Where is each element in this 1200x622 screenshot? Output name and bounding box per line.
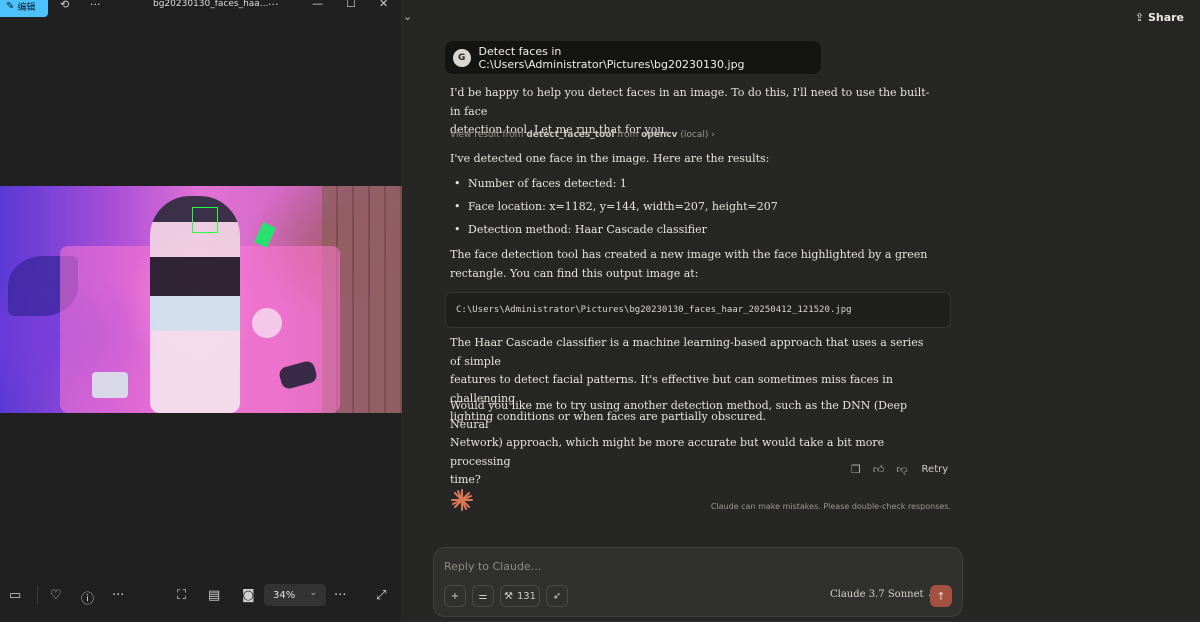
chevron-down-icon: ⌄ — [309, 588, 317, 598]
viewer-toolbar: ▭ ♡ ⓘ ··· ⛶ ▤ ◙ 34% ⌄ ··· ⤢ — [0, 578, 402, 614]
zoom-dropdown[interactable]: 34% ⌄ — [264, 584, 326, 606]
minimize-icon[interactable]: — — [312, 0, 323, 10]
displayed-photo — [0, 186, 402, 413]
face-detection-box — [192, 207, 218, 233]
plus-icon: + — [450, 590, 460, 602]
tool-result-suffix: (local) › — [677, 130, 715, 140]
share-button[interactable]: ⇪ Share — [1135, 11, 1184, 24]
list-item: • Number of faces detected: 1 — [454, 177, 627, 190]
scan-icon[interactable]: ⛶ — [177, 588, 186, 603]
add-attachment-button[interactable]: + — [444, 585, 466, 607]
output-description: The face detection tool has created a ne… — [450, 246, 930, 283]
model-selector[interactable]: Claude 3.7 Sonnet ⌄ — [830, 589, 935, 600]
sliders-icon: ⚌ — [478, 590, 488, 602]
user-message-text: Detect faces in C:\Users\Administrator\P… — [478, 44, 745, 71]
photo-viewer-window: ✎ 编辑 ⟲ ··· bg20230130_faces_haa... ··· —… — [0, 0, 402, 622]
tool-name: detect_faces_tool — [526, 130, 615, 140]
tools-count: 131 — [516, 590, 537, 602]
info-icon[interactable]: ⓘ — [81, 588, 94, 607]
chat-panel: ⌄ ⇪ Share G Detect faces in C:\Users\Adm… — [403, 0, 1200, 622]
chevron-down-icon[interactable]: ⌄ — [403, 10, 412, 23]
share-icon: ⇪ — [1134, 11, 1144, 24]
photo-disc — [252, 308, 282, 338]
list-item-text: Face location: x=1182, y=144, width=207,… — [468, 200, 778, 213]
response-line: rectangle. You can find this output imag… — [450, 266, 699, 280]
tool-result-link[interactable]: View result from detect_faces_tool from … — [450, 130, 715, 140]
claude-spark-icon — [451, 489, 473, 511]
filmstrip-icon[interactable]: ▭ — [9, 588, 21, 603]
maximize-icon[interactable]: ☐ — [346, 0, 356, 10]
more-options-icon[interactable]: ··· — [268, 0, 279, 11]
edit-button[interactable]: ✎ 编辑 — [0, 0, 48, 17]
favorite-heart-icon[interactable]: ♡ — [50, 588, 62, 603]
hammer-icon: ⚒ — [503, 590, 513, 602]
list-item: • Face location: x=1182, y=144, width=207… — [454, 200, 778, 213]
text-recognition-icon[interactable]: ▤ — [208, 588, 220, 603]
send-button[interactable]: ↑ — [930, 585, 952, 607]
disclaimer-text: Claude can make mistakes. Please double-… — [710, 502, 951, 511]
more-options-icon[interactable]: ··· — [112, 588, 124, 603]
avatar: G — [453, 48, 471, 67]
edit-pen-icon: ✎ — [6, 1, 15, 12]
tool-result-prefix: View result from — [450, 130, 527, 140]
rocket-icon: ➶ — [552, 590, 562, 602]
results-intro: I've detected one face in the image. Her… — [450, 152, 770, 165]
tool-source: opencv — [641, 130, 678, 140]
rotate-icon[interactable]: ⟲ — [60, 0, 69, 11]
photo-camera — [92, 372, 128, 398]
thumbs-up-icon[interactable]: 👍︎ — [873, 463, 885, 476]
retry-button[interactable]: Retry — [922, 464, 949, 475]
more-options-icon[interactable]: ··· — [90, 0, 101, 11]
list-item-text: Detection method: Haar Cascade classifie… — [468, 223, 707, 236]
output-path-code[interactable]: C:\Users\Administrator\Pictures\bg202301… — [445, 292, 951, 328]
list-item-text: Number of faces detected: 1 — [468, 177, 627, 190]
photo-tag — [254, 222, 276, 248]
reply-input[interactable]: Reply to Claude... — [444, 560, 541, 573]
file-title: bg20230130_faces_haa... — [153, 0, 269, 9]
response-line: Would you like me to try using another d… — [450, 399, 908, 431]
list-item: • Detection method: Haar Cascade classifi… — [454, 223, 707, 236]
toolbar-divider — [37, 586, 38, 604]
expand-icon[interactable]: ⤢ — [376, 588, 386, 603]
share-label: Share — [1147, 11, 1184, 24]
user-message: G Detect faces in C:\Users\Administrator… — [445, 41, 821, 74]
integrations-button[interactable]: ➶ — [546, 585, 568, 607]
edit-label: 编辑 — [17, 3, 36, 13]
copy-icon[interactable]: ❐ — [851, 463, 861, 476]
thumbs-down-icon[interactable]: 👎︎ — [896, 463, 907, 476]
response-line: The Haar Cascade classifier is a machine… — [450, 336, 924, 368]
more-options-icon[interactable]: ··· — [334, 588, 346, 603]
response-line: I'd be happy to help you detect faces in… — [450, 86, 930, 118]
settings-button[interactable]: ⚌ — [472, 585, 494, 607]
response-line: The face detection tool has created a ne… — [450, 248, 928, 261]
tools-button[interactable]: ⚒ 131 — [500, 585, 540, 607]
viewer-title-bar: ✎ 编辑 ⟲ ··· bg20230130_faces_haa... ··· —… — [0, 0, 402, 18]
results-list: • Number of faces detected: 1 • Face locat… — [454, 172, 874, 241]
zoom-value: 34% — [273, 589, 296, 601]
tool-result-mid: from — [614, 130, 642, 140]
close-icon[interactable]: ✕ — [379, 0, 388, 10]
message-actions: ❐ 👍︎ 👎︎ Retry — [851, 463, 948, 476]
reply-composer: Reply to Claude... + ⚌ ⚒ 131 ➶ Claude 3.… — [433, 547, 963, 617]
screenshot-icon[interactable]: ◙ — [242, 588, 255, 603]
arrow-up-icon: ↑ — [936, 589, 946, 603]
